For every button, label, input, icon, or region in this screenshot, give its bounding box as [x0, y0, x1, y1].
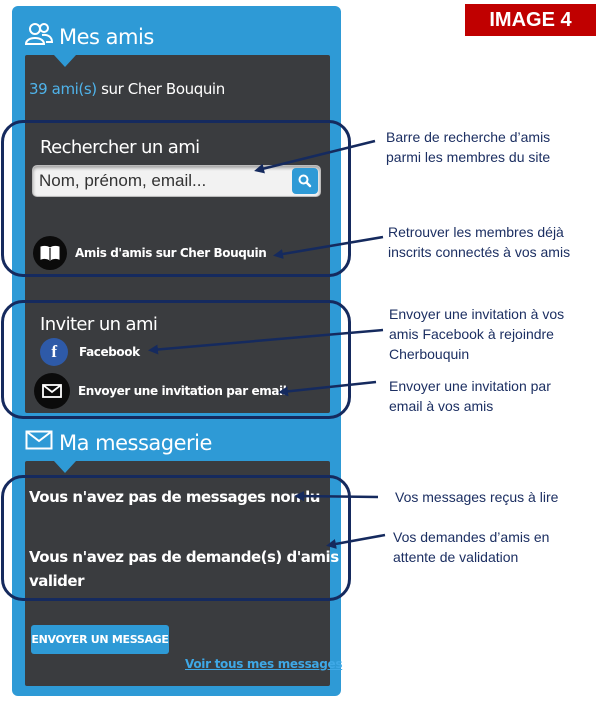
- friends-of-friends-annotation-line2: inscrits connectés à vos amis: [388, 244, 571, 260]
- friends-of-friends-annotation: Retrouver les membres déjà inscrits conn…: [388, 222, 570, 262]
- requests-annotation-line2: attente de validation: [393, 549, 519, 565]
- friends-of-friends-arrow: [273, 235, 384, 259]
- messages-arrow: [294, 491, 379, 502]
- search-arrow: [254, 139, 376, 174]
- facebook-annotation-line2: amis Facebook à rejoindre: [389, 326, 554, 342]
- requests-arrow: [326, 533, 386, 549]
- friends-of-friends-annotation-line1: Retrouver les membres déjà: [388, 224, 564, 240]
- email-annotation-line2: email à vos amis: [389, 398, 494, 414]
- email-annotation-line1: Envoyer une invitation par: [389, 378, 551, 394]
- requests-annotation: Vos demandes d’amis en attente de valida…: [393, 527, 549, 567]
- facebook-annotation: Envoyer une invitation à vos amis Facebo…: [389, 304, 564, 364]
- requests-annotation-line1: Vos demandes d’amis en: [393, 529, 550, 545]
- search-annotation-line2: parmi les membres du site: [386, 149, 551, 165]
- email-arrow: [278, 380, 377, 397]
- email-annotation: Envoyer une invitation par email à vos a…: [389, 376, 551, 416]
- search-annotation-line1: Barre de recherche d’amis: [386, 129, 551, 145]
- messages-annotation: Vos messages reçus à lire: [395, 487, 558, 507]
- facebook-annotation-line3: Cherbouquin: [389, 346, 470, 362]
- search-annotation: Barre de recherche d’amis parmi les memb…: [386, 127, 550, 167]
- messages-annotation-line1: Vos messages reçus à lire: [395, 489, 559, 505]
- image-tag-label: IMAGE 4: [465, 4, 596, 36]
- facebook-arrow: [148, 328, 384, 355]
- facebook-annotation-line1: Envoyer une invitation à vos: [389, 306, 565, 322]
